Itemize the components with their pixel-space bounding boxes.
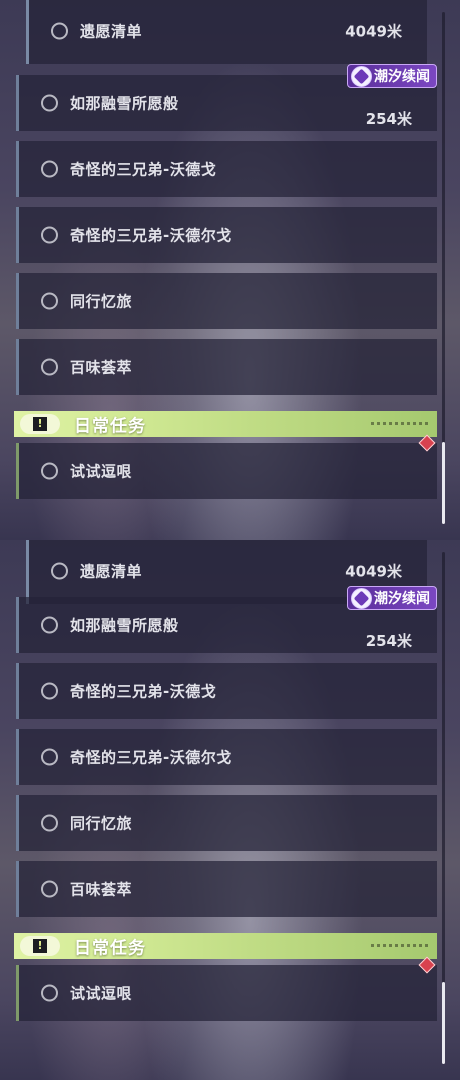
quest-item-tongxing[interactable]: 同行忆旅 (16, 273, 437, 329)
quest-distance: 254米 (365, 632, 412, 650)
red-diamond-marker-icon (418, 434, 436, 452)
daily-quest-icon: ! (20, 414, 60, 434)
quest-item-wodege[interactable]: 奇怪的三兄弟-沃德戈 (16, 141, 437, 197)
quest-name: 如那融雪所愿般 (70, 94, 179, 113)
red-diamond-marker-icon (418, 956, 436, 974)
radio-circle-icon (51, 22, 68, 40)
radio-circle-icon (41, 984, 58, 1002)
quest-item-tongxing[interactable]: 同行忆旅 (16, 795, 437, 851)
tide-story-icon (351, 588, 372, 609)
daily-quest-header[interactable]: ! 日常任务 (14, 933, 437, 959)
quest-distance: 4049米 (345, 22, 402, 41)
tide-story-tag: 潮汐续闻 (347, 586, 437, 610)
quest-item-wodeerge[interactable]: 奇怪的三兄弟-沃德尔戈 (16, 207, 437, 263)
radio-circle-icon (41, 880, 58, 898)
header-decoration (371, 422, 429, 425)
quest-name: 如那融雪所愿般 (70, 616, 179, 635)
quest-name: 同行忆旅 (70, 292, 133, 311)
header-decoration (371, 944, 429, 947)
quest-name: 百味荟萃 (70, 880, 133, 899)
quest-item-rongxue[interactable]: 潮汐续闻 如那融雪所愿般 254米 (16, 64, 437, 131)
quest-item-doupeng[interactable]: 试试逗哏 (16, 956, 437, 1021)
quest-name: 奇怪的三兄弟-沃德尔戈 (70, 226, 232, 245)
quest-name: 遗愿清单 (80, 22, 143, 41)
quest-name: 遗愿清单 (80, 562, 143, 581)
quest-item-baiwei[interactable]: 百味荟萃 (16, 339, 437, 395)
quest-distance: 4049米 (345, 562, 402, 581)
scrollbar-thumb[interactable] (442, 982, 445, 1064)
quest-panel-top: 遗愿清单 4049米 潮汐续闻 如那融雪所愿般 254米 奇怪的三兄弟-沃德戈 … (0, 0, 460, 540)
radio-circle-icon (41, 94, 58, 112)
quest-name: 奇怪的三兄弟-沃德戈 (70, 682, 217, 701)
radio-circle-icon (51, 562, 68, 580)
quest-panel-bottom: 遗愿清单 4049米 潮汐续闻 如那融雪所愿般 254米 奇怪的三兄弟-沃德戈 … (0, 540, 460, 1080)
radio-circle-icon (41, 616, 58, 634)
quest-item-rongxue[interactable]: 潮汐续闻 如那融雪所愿般 254米 (16, 586, 437, 653)
radio-circle-icon (41, 160, 58, 178)
tide-story-tag: 潮汐续闻 (347, 64, 437, 88)
daily-quest-header[interactable]: ! 日常任务 (14, 411, 437, 437)
radio-circle-icon (41, 682, 58, 700)
scrollbar-thumb[interactable] (442, 442, 445, 524)
scrollbar[interactable] (442, 12, 445, 524)
daily-quest-icon: ! (20, 936, 60, 956)
quest-item-doupeng[interactable]: 试试逗哏 (16, 434, 437, 499)
radio-circle-icon (41, 292, 58, 310)
radio-circle-icon (41, 814, 58, 832)
quest-name: 百味荟萃 (70, 358, 133, 377)
section-title: 日常任务 (74, 416, 146, 437)
quest-distance: 254米 (365, 110, 412, 128)
quest-item-wodege[interactable]: 奇怪的三兄弟-沃德戈 (16, 663, 437, 719)
section-title: 日常任务 (74, 938, 146, 959)
quest-name: 试试逗哏 (70, 462, 133, 481)
radio-circle-icon (41, 748, 58, 766)
radio-circle-icon (41, 226, 58, 244)
radio-circle-icon (41, 358, 58, 376)
quest-item-baiwei[interactable]: 百味荟萃 (16, 861, 437, 917)
quest-name: 试试逗哏 (70, 984, 133, 1003)
quest-name: 奇怪的三兄弟-沃德尔戈 (70, 748, 232, 767)
radio-circle-icon (41, 462, 58, 480)
quest-name: 同行忆旅 (70, 814, 133, 833)
quest-item-yiyuan[interactable]: 遗愿清单 4049米 (26, 0, 427, 64)
quest-item-wodeerge[interactable]: 奇怪的三兄弟-沃德尔戈 (16, 729, 437, 785)
tide-story-icon (351, 66, 372, 87)
quest-name: 奇怪的三兄弟-沃德戈 (70, 160, 217, 179)
scrollbar[interactable] (442, 552, 445, 1064)
